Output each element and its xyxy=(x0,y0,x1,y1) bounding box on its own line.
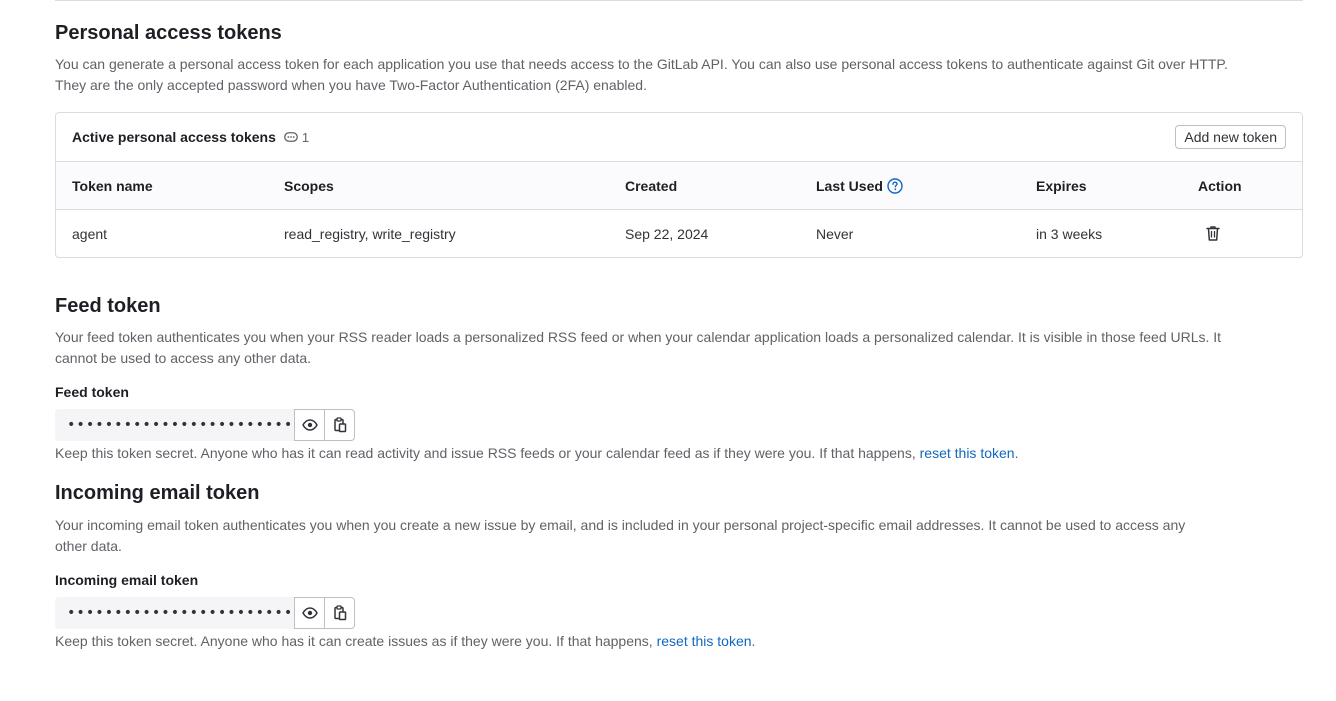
card-title-text: Active personal access tokens xyxy=(72,129,276,145)
incoming-token-help-text: Keep this token secret. Anyone who has i… xyxy=(55,631,755,651)
pat-heading: Personal access tokens xyxy=(55,22,282,44)
incoming-email-token-input[interactable]: •••••••••••••••••••••••••••• xyxy=(55,597,294,629)
incoming-token-reveal-button[interactable] xyxy=(294,597,325,629)
incoming-email-token-label: Incoming email token xyxy=(55,572,199,588)
pat-description-line1: You can generate a personal access token… xyxy=(55,56,1228,72)
incoming-email-token-description: Your incoming email token authenticates … xyxy=(55,515,1305,557)
incoming-token-copy-button[interactable] xyxy=(324,597,355,629)
token-expires-cell: in 3 weeks xyxy=(1036,225,1103,242)
question-circle-icon[interactable] xyxy=(887,177,903,194)
column-header-scopes[interactable]: Scopes xyxy=(284,178,334,194)
card-header: Active personal access tokens 1 Add new … xyxy=(56,113,1302,162)
feed-help-prefix: Keep this token secret. Anyone who has i… xyxy=(55,445,916,461)
incoming-email-token-heading: Incoming email token xyxy=(55,482,260,504)
active-tokens-card: Active personal access tokens 1 Add new … xyxy=(55,112,1303,258)
token-count: 1 xyxy=(301,129,310,145)
token-created-cell: Sep 22, 2024 xyxy=(625,225,709,242)
feed-token-description: Your feed token authenticates you when y… xyxy=(55,327,1305,369)
access-tokens-page: Personal access tokens You can generate … xyxy=(0,0,1336,701)
feed-description-line2: cannot be used to access any other data. xyxy=(55,350,312,366)
token-name-cell: agent xyxy=(72,225,108,242)
feed-help-suffix: . xyxy=(1014,445,1019,461)
revoke-token-button[interactable] xyxy=(1205,225,1221,245)
feed-token-help-text: Keep this token secret. Anyone who has i… xyxy=(55,443,1018,463)
incoming-help-suffix: . xyxy=(751,633,756,649)
divider xyxy=(55,0,1303,1)
incoming-description-line1: Your incoming email token authenticates … xyxy=(55,517,1186,533)
incoming-description-line2: other data. xyxy=(55,538,122,554)
column-header-last-used: Last Used xyxy=(816,178,903,194)
copy-to-clipboard-icon xyxy=(333,605,346,621)
token-scopes-cell: read_registry, write_registry xyxy=(284,225,456,242)
feed-token-input[interactable]: •••••••••••••••••••••••••••• xyxy=(55,409,294,441)
copy-to-clipboard-icon xyxy=(333,417,346,433)
eye-icon xyxy=(301,607,318,619)
column-header-last-used-label[interactable]: Last Used xyxy=(816,178,883,194)
column-header-action: Action xyxy=(1198,177,1242,194)
incoming-email-token-field: •••••••••••••••••••••••••••• xyxy=(55,597,355,629)
incoming-reset-token-link[interactable]: reset this token xyxy=(657,633,752,649)
feed-token-reveal-button[interactable] xyxy=(294,409,325,441)
add-new-token-button[interactable]: Add new token xyxy=(1175,125,1286,149)
incoming-help-prefix: Keep this token secret. Anyone who has i… xyxy=(55,633,653,649)
tokens-table-header: Token name Scopes Created Last Used Expi… xyxy=(56,162,1302,210)
token-icon xyxy=(283,132,298,142)
table-row: agent read_registry, write_registry Sep … xyxy=(56,210,1302,257)
feed-token-heading: Feed token xyxy=(55,295,161,317)
feed-reset-token-link[interactable]: reset this token xyxy=(920,445,1015,461)
feed-token-label: Feed token xyxy=(55,384,129,400)
pat-description-line2: They are the only accepted password when… xyxy=(55,77,647,93)
feed-description-line1: Your feed token authenticates you when y… xyxy=(55,329,1222,345)
card-title: Active personal access tokens 1 xyxy=(72,129,309,145)
column-header-created[interactable]: Created xyxy=(625,178,677,194)
column-header-token-name[interactable]: Token name xyxy=(72,178,153,194)
token-count-badge: 1 xyxy=(283,129,310,145)
feed-token-field: •••••••••••••••••••••••••••• xyxy=(55,409,355,441)
trash-icon[interactable] xyxy=(1205,225,1221,242)
column-header-expires[interactable]: Expires xyxy=(1036,178,1087,194)
feed-token-copy-button[interactable] xyxy=(324,409,355,441)
pat-description: You can generate a personal access token… xyxy=(55,54,1305,96)
token-last-used-cell: Never xyxy=(816,225,854,242)
eye-icon xyxy=(301,419,318,431)
